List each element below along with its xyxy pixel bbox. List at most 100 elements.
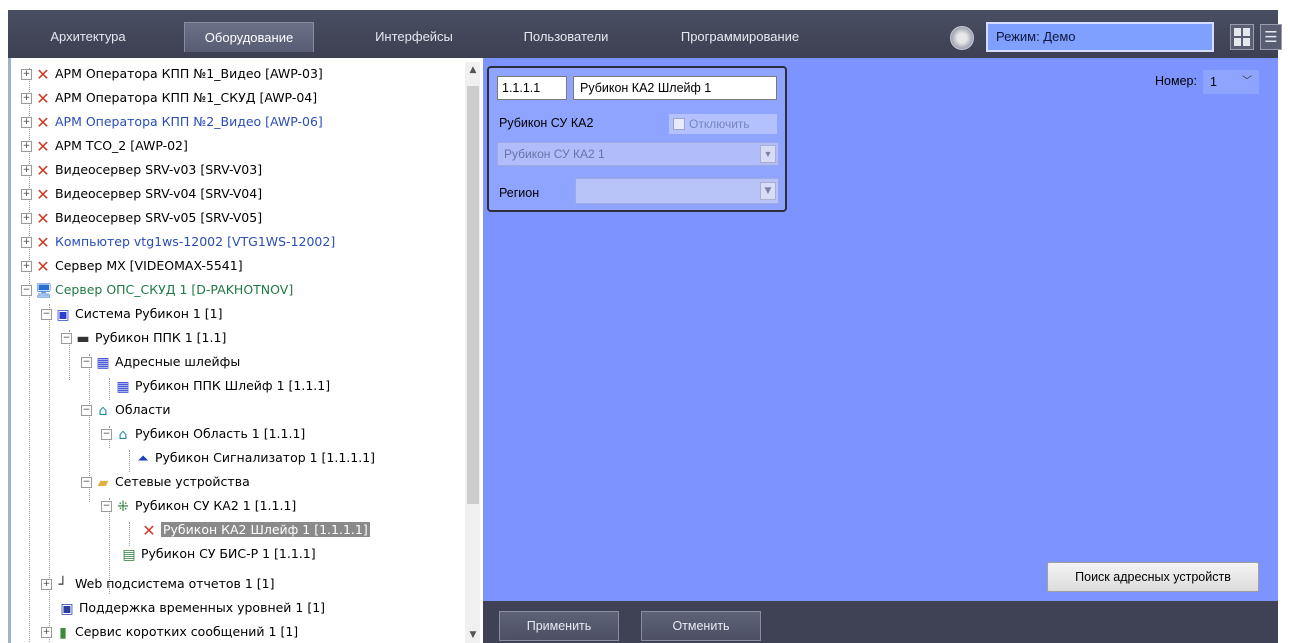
x-icon: ✕ xyxy=(36,184,50,204)
settings-panel: 1.1.1.1 Рубикон КА2 Шлейф 1 Рубикон СУ К… xyxy=(483,58,1278,601)
tree-item[interactable]: + ✕ АРМ Оператора КПП №2_Видео [AWP-06] xyxy=(21,110,323,134)
tree-item-label: Рубикон ППК Шлейф 1 [1.1.1] xyxy=(135,378,331,393)
tree-item[interactable]: − ▬ Рубикон ППК 1 [1.1] xyxy=(61,326,226,350)
tree-item-label: Web подсистема отчетов 1 [1] xyxy=(75,576,275,591)
object-properties-box: 1.1.1.1 Рубикон КА2 Шлейф 1 Рубикон СУ К… xyxy=(487,66,787,212)
sms-icon: ▮ xyxy=(59,624,67,641)
expand-icon[interactable]: + xyxy=(21,213,32,224)
checkbox-icon[interactable] xyxy=(673,118,685,130)
disable-checkbox[interactable]: Отключить xyxy=(669,114,777,134)
tree-item[interactable]: + ✕ АРМ Оператора КПП №1_СКУД [AWP-04] xyxy=(21,86,317,110)
tab-architecture[interactable]: Архитектура xyxy=(28,22,148,52)
tree-item-label: Сервер ОПС_СКУД 1 [D-PAKHOTNOV] xyxy=(55,282,294,297)
mode-gear-icon[interactable] xyxy=(950,26,974,50)
expand-icon[interactable]: + xyxy=(21,93,32,104)
tab-interfaces[interactable]: Интерфейсы xyxy=(350,22,478,52)
collapse-icon[interactable]: − xyxy=(81,357,92,368)
grid-view-icon[interactable] xyxy=(1230,24,1254,50)
tree-item[interactable]: − ⌂ Рубикон Область 1 [1.1.1] xyxy=(101,422,305,446)
collapse-icon[interactable]: − xyxy=(61,333,72,344)
tree-item[interactable]: − 🖥 Сервер ОПС_СКУД 1 [D-PAKHOTNOV] xyxy=(21,278,293,302)
region-select[interactable]: ▼ xyxy=(575,178,779,204)
scroll-up-icon[interactable]: ▲ xyxy=(465,62,480,78)
chevron-down-icon[interactable]: ▼ xyxy=(760,182,776,200)
x-icon: ✕ xyxy=(142,520,156,540)
number-select[interactable]: 1 ﹀ xyxy=(1203,70,1259,94)
tree-item-label: АРМ Оператора КПП №1_Видео [AWP-03] xyxy=(55,66,323,81)
expand-icon[interactable]: + xyxy=(41,627,52,638)
collapse-icon[interactable]: − xyxy=(101,501,112,512)
expand-icon[interactable]: + xyxy=(21,141,32,152)
tree-item[interactable]: + ✕ Видеосервер SRV-v04 [SRV-V04] xyxy=(21,182,262,206)
hardware-tree-panel: + ✕ АРМ Оператора КПП №1_Видео [AWP-03] + ✕… xyxy=(8,58,480,643)
tree-item[interactable]: + ✕ АРМ Оператора КПП №1_Видео [AWP-03] xyxy=(21,62,323,86)
expand-icon[interactable]: + xyxy=(21,237,32,248)
web-icon: ┘ xyxy=(58,576,68,593)
cancel-button[interactable]: Отменить xyxy=(641,611,761,641)
tree-item[interactable]: + ▮ Сервис коротких сообщений 1 [1] xyxy=(41,620,298,643)
x-icon: ✕ xyxy=(36,136,50,156)
tree-item[interactable]: + ┘ Web подсистема отчетов 1 [1] xyxy=(41,572,275,596)
tree-item[interactable]: + ✕ АРМ ТСО_2 [AWP-02] xyxy=(21,134,188,158)
expand-icon[interactable]: + xyxy=(21,117,32,128)
tree-item[interactable]: ▣ Поддержка временных уровней 1 [1] xyxy=(59,596,325,620)
tree-item[interactable]: ⏶ Рубикон Сигнализатор 1 [1.1.1.1] xyxy=(135,446,375,470)
loop-icon: ▦ xyxy=(116,378,130,395)
tree-item-label: Адресные шлейфы xyxy=(115,354,241,369)
scroll-thumb[interactable] xyxy=(467,86,479,504)
tree-item[interactable]: + ✕ Видеосервер SRV-v05 [SRV-V05] xyxy=(21,206,262,230)
collapse-icon[interactable]: − xyxy=(81,477,92,488)
tree-item-label: АРМ ТСО_2 [AWP-02] xyxy=(55,138,188,153)
expand-icon[interactable]: + xyxy=(21,261,32,272)
collapse-icon[interactable]: − xyxy=(21,285,32,296)
tree-item-label: Рубикон СУ КА2 1 [1.1.1] xyxy=(135,498,297,513)
tree-item[interactable]: ▦ Рубикон ППК Шлейф 1 [1.1.1] xyxy=(115,374,330,398)
bis-icon: ▤ xyxy=(122,546,136,563)
tree-item[interactable]: + ✕ Видеосервер SRV-v03 [SRV-V03] xyxy=(21,158,262,182)
collapse-icon[interactable]: − xyxy=(101,429,112,440)
expand-icon[interactable]: + xyxy=(21,189,32,200)
bottom-action-bar: Применить Отменить xyxy=(483,601,1278,643)
scroll-down-icon[interactable]: ▼ xyxy=(465,627,480,643)
tree-item-label: Рубикон ППК 1 [1.1] xyxy=(95,330,227,345)
loops-icon: ▦ xyxy=(96,354,110,371)
x-icon: ✕ xyxy=(36,112,50,132)
x-icon: ✕ xyxy=(36,88,50,108)
tree-scrollbar[interactable]: ▲ ▼ xyxy=(465,62,480,643)
area-icon: ⌂ xyxy=(118,426,128,443)
x-icon: ✕ xyxy=(36,232,50,252)
tab-programming[interactable]: Программирование xyxy=(664,22,816,52)
menu-list-icon[interactable]: ☰ xyxy=(1260,24,1282,50)
chevron-down-icon[interactable]: ▼ xyxy=(760,145,776,163)
tree-item-label: Рубикон Область 1 [1.1.1] xyxy=(135,426,306,441)
object-name-field[interactable]: Рубикон КА2 Шлейф 1 xyxy=(573,76,777,100)
tree-item-label: Компьютер vtg1ws-12002 [VTG1WS-12002] xyxy=(55,234,336,249)
collapse-icon[interactable]: − xyxy=(41,309,52,320)
tree-item[interactable]: − ▦ Адресные шлейфы xyxy=(81,350,240,374)
tree-item[interactable]: − ⁜ Рубикон СУ КА2 1 [1.1.1] xyxy=(101,494,296,518)
tree-item[interactable]: − ▣ Система Рубикон 1 [1] xyxy=(41,302,223,326)
tree-item-selected[interactable]: ✕ Рубикон КА2 Шлейф 1 [1.1.1.1] xyxy=(141,518,370,542)
apply-button[interactable]: Применить xyxy=(499,611,619,641)
tree-item[interactable]: + ✕ Компьютер vtg1ws-12002 [VTG1WS-12002] xyxy=(21,230,335,254)
tree-item[interactable]: − ▰ Сетевые устройства xyxy=(81,470,250,494)
tree-item-label: Области xyxy=(115,402,171,417)
tree-item-label: Рубикон Сигнализатор 1 [1.1.1.1] xyxy=(155,450,376,465)
expand-icon[interactable]: + xyxy=(21,69,32,80)
areas-icon: ⌂ xyxy=(98,402,108,419)
x-icon: ✕ xyxy=(36,208,50,228)
tree-item[interactable]: − ⌂ Области xyxy=(81,398,170,422)
chevron-down-icon[interactable]: ﹀ xyxy=(1242,71,1252,93)
expand-icon[interactable]: + xyxy=(21,165,32,176)
tree-item[interactable]: ▤ Рубикон СУ БИС-Р 1 [1.1.1] xyxy=(121,542,315,566)
tree-item[interactable]: + ✕ Сервер MX [VIDEOMAX-5541] xyxy=(21,254,243,278)
object-id-field[interactable]: 1.1.1.1 xyxy=(497,76,567,100)
tab-users[interactable]: Пользователи xyxy=(504,22,628,52)
tab-equipment[interactable]: Оборудование xyxy=(184,22,314,52)
search-address-devices-button[interactable]: Поиск адресных устройств xyxy=(1047,562,1259,592)
expand-icon[interactable]: + xyxy=(41,579,52,590)
parent-select[interactable]: Рубикон СУ КА2 1 ▼ xyxy=(497,142,779,166)
collapse-icon[interactable]: − xyxy=(81,405,92,416)
mode-indicator[interactable]: Режим: Демо xyxy=(986,22,1214,52)
tree-item-label: Сетевые устройства xyxy=(115,474,250,489)
